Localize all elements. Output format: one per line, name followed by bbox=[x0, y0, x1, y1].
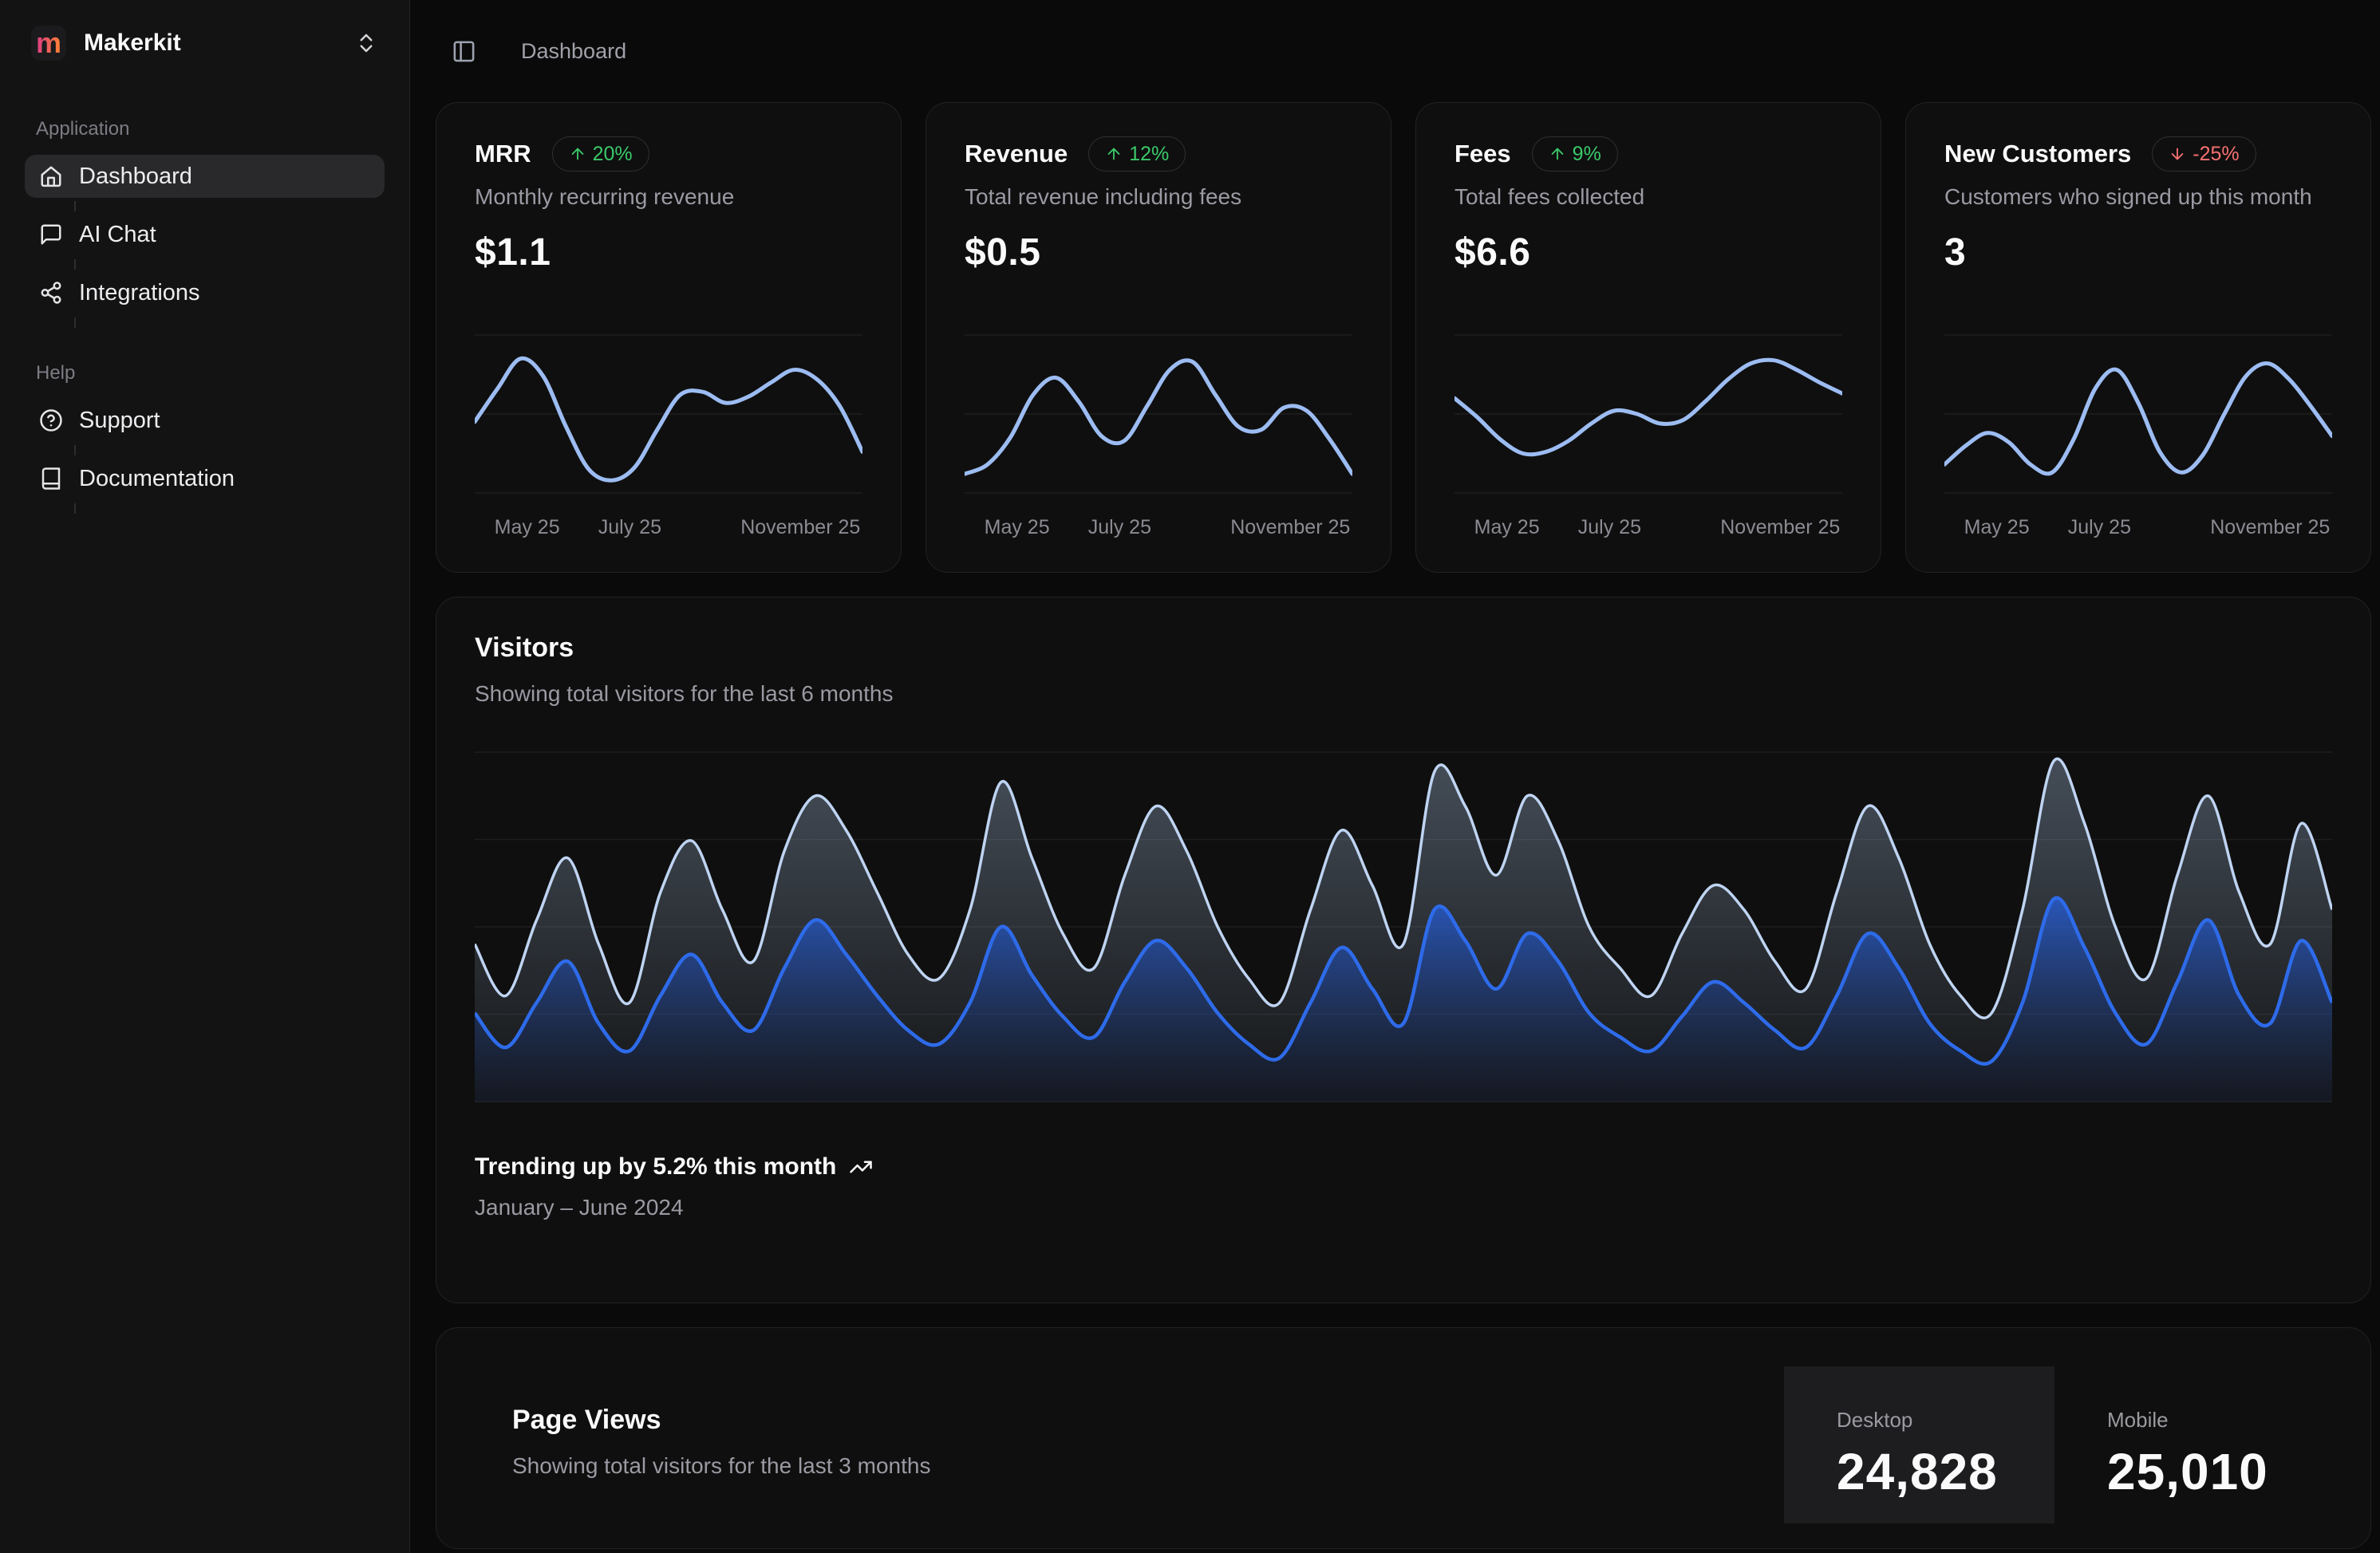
sidebar-item-label: Documentation bbox=[79, 466, 235, 492]
sidebar-item-label: Integrations bbox=[79, 280, 200, 306]
stat-description: Total revenue including fees bbox=[965, 184, 1352, 210]
x-tick-label: November 25 bbox=[2210, 516, 2330, 539]
stat-description: Total fees collected bbox=[1454, 184, 1842, 210]
toggle-label: Mobile bbox=[2107, 1408, 2325, 1433]
visitors-title: Visitors bbox=[475, 633, 2332, 664]
page-views-toggle-mobile[interactable]: Mobile 25,010 bbox=[2054, 1366, 2325, 1523]
stat-card-revenue: Revenue 12% Total revenue including fees $0… bbox=[926, 102, 1391, 573]
stat-title: Fees bbox=[1454, 140, 1511, 168]
share-icon bbox=[39, 281, 63, 305]
visitors-card: Visitors Showing total visitors for the … bbox=[436, 597, 2371, 1303]
x-tick-label: July 25 bbox=[1088, 516, 1151, 539]
visitors-trend-text: Trending up by 5.2% this month bbox=[475, 1153, 836, 1181]
stat-value: 3 bbox=[1944, 231, 2332, 274]
nav-group-label: Application bbox=[36, 118, 385, 140]
x-tick-label: July 25 bbox=[1578, 516, 1641, 539]
content: MRR 20% Monthly recurring revenue $1.1 May 2… bbox=[411, 102, 2380, 1549]
sidebar-nav: Application Dashboard AI Chat Integrations H… bbox=[25, 118, 385, 500]
sidebar-item-support[interactable]: Support bbox=[25, 399, 385, 442]
page-views-toggle-desktop[interactable]: Desktop 24,828 bbox=[1784, 1366, 2054, 1523]
breadcrumb: Dashboard bbox=[521, 39, 626, 64]
nav-group-label: Help bbox=[36, 362, 385, 384]
visitors-subtitle: Showing total visitors for the last 6 mo… bbox=[475, 681, 2332, 707]
trending-up-icon bbox=[849, 1155, 873, 1179]
page-views-card: Page Views Showing total visitors for th… bbox=[436, 1327, 2371, 1549]
sidebar-item-label: AI Chat bbox=[79, 222, 156, 248]
trend-badge: 12% bbox=[1088, 136, 1186, 171]
nav-group: Support Documentation bbox=[25, 399, 385, 500]
stat-title: MRR bbox=[475, 140, 531, 168]
x-tick-label: November 25 bbox=[1230, 516, 1350, 539]
x-tick-label: May 25 bbox=[495, 516, 560, 539]
x-tick-label: November 25 bbox=[1720, 516, 1840, 539]
stat-card-new-customers: New Customers -25% Customers who signed up… bbox=[1905, 102, 2371, 573]
toggle-value: 25,010 bbox=[2107, 1442, 2325, 1501]
brand-name: Makerkit bbox=[84, 30, 354, 57]
sparkline-chart: May 25 July 25 November 25 bbox=[1944, 329, 2332, 543]
logo-letter: m bbox=[36, 29, 61, 57]
x-tick-label: July 25 bbox=[598, 516, 661, 539]
chevrons-up-down-icon bbox=[354, 31, 378, 55]
message-square-icon bbox=[39, 223, 63, 246]
stats-row: MRR 20% Monthly recurring revenue $1.1 May 2… bbox=[436, 102, 2371, 573]
sparkline-x-labels: May 25 July 25 November 25 bbox=[475, 510, 862, 543]
sidebar-item-integrations[interactable]: Integrations bbox=[25, 271, 385, 314]
visitors-area-chart bbox=[475, 751, 2332, 1102]
trend-badge: 9% bbox=[1532, 136, 1618, 171]
book-icon bbox=[39, 467, 63, 491]
toggle-value: 24,828 bbox=[1837, 1442, 2054, 1501]
page-views-toggles: Desktop 24,828 Mobile 25,010 bbox=[1784, 1366, 2325, 1523]
stat-value: $1.1 bbox=[475, 231, 862, 274]
trend-badge: -25% bbox=[2152, 136, 2256, 171]
x-tick-label: July 25 bbox=[2068, 516, 2131, 539]
sparkline-chart: May 25 July 25 November 25 bbox=[965, 329, 1352, 543]
stat-card-mrr: MRR 20% Monthly recurring revenue $1.1 May 2… bbox=[436, 102, 902, 573]
x-tick-label: May 25 bbox=[1474, 516, 1540, 539]
sparkline-chart: May 25 July 25 November 25 bbox=[475, 329, 862, 543]
stat-value: $6.6 bbox=[1454, 231, 1842, 274]
page-views-subtitle: Showing total visitors for the last 3 mo… bbox=[512, 1453, 930, 1479]
dashboard-app: m Makerkit Application Dashboard AI Chat In… bbox=[0, 0, 2380, 1553]
stat-description: Monthly recurring revenue bbox=[475, 184, 862, 210]
sidebar: m Makerkit Application Dashboard AI Chat In… bbox=[0, 0, 410, 1553]
visitors-range-text: January – June 2024 bbox=[475, 1195, 2332, 1220]
sidebar-item-documentation[interactable]: Documentation bbox=[25, 457, 385, 500]
x-tick-label: May 25 bbox=[985, 516, 1050, 539]
makerkit-logo-icon: m bbox=[31, 26, 66, 61]
sparkline-x-labels: May 25 July 25 November 25 bbox=[1454, 510, 1842, 543]
sidebar-item-ai-chat[interactable]: AI Chat bbox=[25, 213, 385, 256]
page-views-title: Page Views bbox=[512, 1405, 930, 1436]
x-tick-label: November 25 bbox=[740, 516, 860, 539]
sparkline-chart: May 25 July 25 November 25 bbox=[1454, 329, 1842, 543]
sparkline-x-labels: May 25 July 25 November 25 bbox=[1944, 510, 2332, 543]
main-area: Dashboard MRR 20% Monthly recurring revenu… bbox=[411, 0, 2380, 1553]
stat-value: $0.5 bbox=[965, 231, 1352, 274]
toggle-label: Desktop bbox=[1837, 1408, 2054, 1433]
topbar: Dashboard bbox=[411, 0, 2380, 102]
trend-badge: 20% bbox=[552, 136, 649, 171]
stat-description: Customers who signed up this month bbox=[1944, 184, 2332, 210]
sidebar-item-label: Dashboard bbox=[79, 164, 192, 190]
sparkline-x-labels: May 25 July 25 November 25 bbox=[965, 510, 1352, 543]
stat-card-fees: Fees 9% Total fees collected $6.6 May 25 July… bbox=[1415, 102, 1881, 573]
house-icon bbox=[39, 164, 63, 188]
stat-title: New Customers bbox=[1944, 140, 2131, 168]
workspace-switcher[interactable]: m Makerkit bbox=[25, 19, 385, 67]
stat-title: Revenue bbox=[965, 140, 1068, 168]
sidebar-item-label: Support bbox=[79, 408, 160, 434]
circle-help-icon bbox=[39, 408, 63, 432]
visitors-footer: Trending up by 5.2% this month January –… bbox=[475, 1153, 2332, 1220]
sidebar-toggle-button[interactable] bbox=[452, 39, 476, 64]
x-tick-label: May 25 bbox=[1964, 516, 2030, 539]
sidebar-item-dashboard[interactable]: Dashboard bbox=[25, 155, 385, 198]
nav-group: Dashboard AI Chat Integrations bbox=[25, 155, 385, 314]
